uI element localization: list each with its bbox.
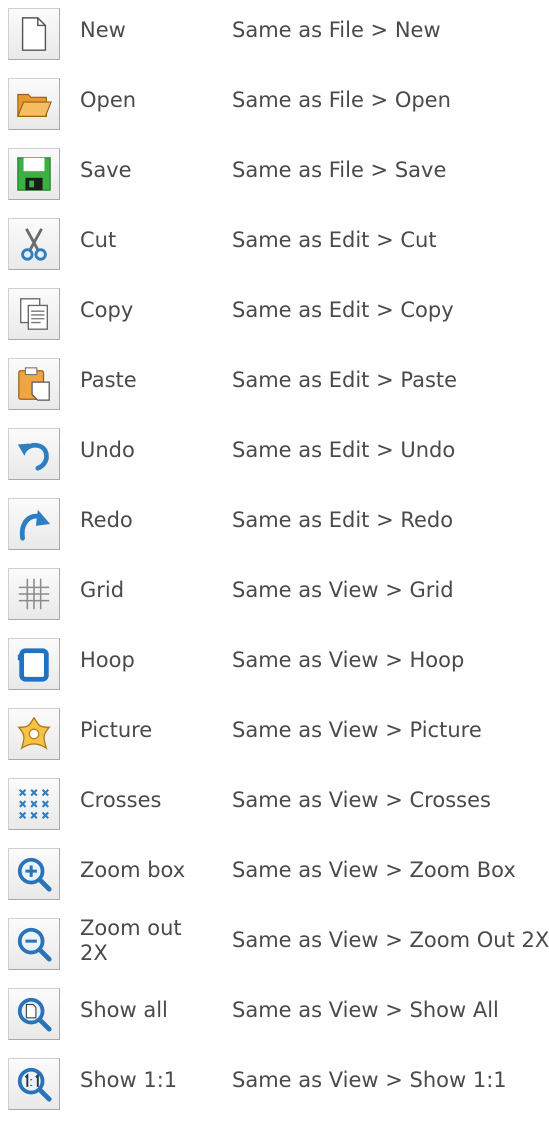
row-name: Paste [80, 368, 137, 392]
row-hoop: Hoop Same as View > Hoop [0, 630, 549, 700]
row-description: Same as File > Save [232, 158, 447, 182]
grid-icon [8, 568, 60, 620]
row-description: Same as View > Show All [232, 998, 499, 1022]
row-copy: Copy Same as Edit > Copy [0, 280, 549, 350]
crosses-icon [8, 778, 60, 830]
redo-arrow-icon [8, 498, 60, 550]
row-description: Same as View > Grid [232, 578, 454, 602]
row-description: Same as File > Open [232, 88, 451, 112]
row-description: Same as View > Crosses [232, 788, 491, 812]
copy-icon [8, 288, 60, 340]
new-document-icon [8, 8, 60, 60]
row-description: Same as View > Hoop [232, 648, 465, 672]
row-name: Redo [80, 508, 133, 532]
row-picture: Picture Same as View > Picture [0, 700, 549, 770]
row-zoom-out: Zoom out 2X Same as View > Zoom Out 2X [0, 910, 549, 980]
row-paste: Paste Same as Edit > Paste [0, 350, 549, 420]
row-description: Same as Edit > Copy [232, 298, 454, 322]
zoom-out-icon [8, 918, 60, 970]
row-description: Same as View > Show 1:1 [232, 1068, 507, 1092]
open-folder-icon [8, 78, 60, 130]
row-name: Zoom box [80, 858, 186, 882]
row-description: Same as View > Zoom Out 2X [232, 928, 549, 952]
show-all-icon [8, 988, 60, 1040]
row-description: Same as Edit > Redo [232, 508, 454, 532]
show-1-1-icon [8, 1058, 60, 1110]
row-redo: Redo Same as Edit > Redo [0, 490, 549, 560]
row-description: Same as Edit > Cut [232, 228, 437, 252]
row-new: New Same as File > New [0, 0, 549, 70]
save-disk-icon [8, 148, 60, 200]
toolbar-reference-table: New Same as File > New Open Same as File… [0, 0, 549, 1122]
row-crosses: Crosses Same as View > Crosses [0, 770, 549, 840]
row-save: Save Same as File > Save [0, 140, 549, 210]
row-undo: Undo Same as Edit > Undo [0, 420, 549, 490]
row-name: Hoop [80, 648, 135, 672]
row-name: Zoom out 2X [80, 916, 182, 965]
row-show-1-1: Show 1:1 Same as View > Show 1:1 [0, 1050, 549, 1120]
scissors-icon [8, 218, 60, 270]
row-description: Same as Edit > Paste [232, 368, 458, 392]
row-name: Crosses [80, 788, 162, 812]
row-name: Show 1:1 [80, 1068, 178, 1092]
row-zoom-box: Zoom box Same as View > Zoom Box [0, 840, 549, 910]
paste-icon [8, 358, 60, 410]
row-description: Same as Edit > Undo [232, 438, 456, 462]
row-description: Same as File > New [232, 18, 441, 42]
picture-flower-icon [8, 708, 60, 760]
row-open: Open Same as File > Open [0, 70, 549, 140]
row-name: New [80, 18, 126, 42]
row-description: Same as View > Picture [232, 718, 482, 742]
row-show-all: Show all Same as View > Show All [0, 980, 549, 1050]
undo-arrow-icon [8, 428, 60, 480]
hoop-icon [8, 638, 60, 690]
row-name: Show all [80, 998, 168, 1022]
row-name: Undo [80, 438, 135, 462]
row-description: Same as View > Zoom Box [232, 858, 516, 882]
row-grid: Grid Same as View > Grid [0, 560, 549, 630]
zoom-box-icon [8, 848, 60, 900]
row-name: Picture [80, 718, 153, 742]
row-name: Cut [80, 228, 117, 252]
row-name: Grid [80, 578, 125, 602]
row-name: Copy [80, 298, 134, 322]
row-name: Save [80, 158, 132, 182]
row-cut: Cut Same as Edit > Cut [0, 210, 549, 280]
row-name: Open [80, 88, 137, 112]
